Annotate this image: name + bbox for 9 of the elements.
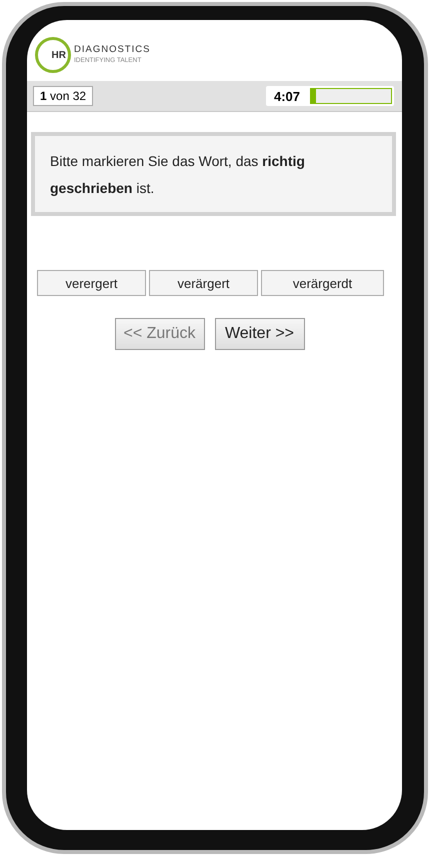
timer: 4:07 bbox=[274, 88, 302, 104]
answer-option[interactable]: verärgerdt bbox=[261, 270, 384, 296]
question-counter: 1 von 32 bbox=[33, 86, 94, 106]
answer-option[interactable]: verärgert bbox=[149, 270, 258, 296]
answer-option[interactable]: verergert bbox=[37, 270, 146, 296]
question-text: Bitte markieren Sie das Wort, das richtig geschrieben ist. bbox=[50, 152, 306, 198]
logo-name: DIAGNOSTICS bbox=[74, 44, 150, 56]
logo-mark: HR bbox=[52, 50, 66, 60]
next-button[interactable]: Weiter >> bbox=[214, 318, 304, 350]
